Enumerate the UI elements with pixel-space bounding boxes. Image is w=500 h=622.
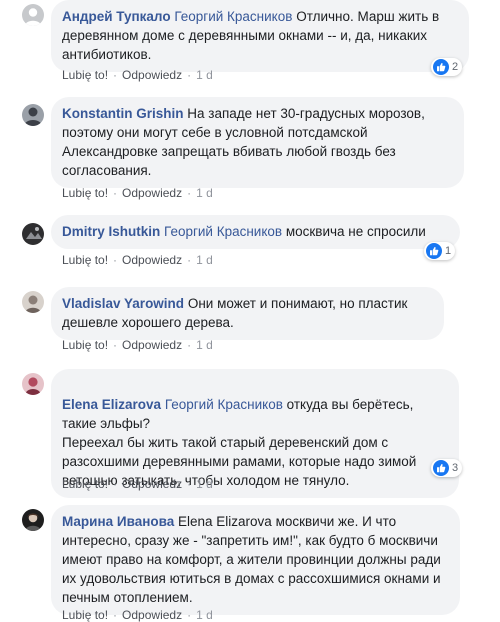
comment-time[interactable]: 1 d xyxy=(196,477,213,491)
comment-time[interactable]: 1 d xyxy=(196,338,213,352)
comment-time[interactable]: 1 d xyxy=(196,186,213,200)
like-link[interactable]: Lubię to! xyxy=(62,477,108,491)
like-link[interactable]: Lubię to! xyxy=(62,68,108,82)
avatar[interactable] xyxy=(22,373,44,395)
reaction-badge[interactable]: 3 xyxy=(431,459,463,477)
comment-text: москвича не спросили xyxy=(285,224,426,239)
comment-author[interactable]: Dmitry Ishutkin xyxy=(62,224,160,239)
reaction-count: 1 xyxy=(445,245,452,257)
avatar[interactable] xyxy=(22,509,44,531)
thumbs-up-icon xyxy=(426,243,442,259)
reaction-count: 3 xyxy=(452,462,459,474)
comment-actions: Lubię to! · Odpowiedz · 1 d xyxy=(62,338,213,352)
comment-time[interactable]: 1 d xyxy=(196,253,213,267)
avatar[interactable] xyxy=(22,223,44,245)
reply-link[interactable]: Odpowiedz xyxy=(122,68,182,82)
reaction-count: 2 xyxy=(452,61,459,73)
like-link[interactable]: Lubię to! xyxy=(62,253,108,267)
mention-link[interactable]: Георгий Красников xyxy=(164,224,282,239)
comment-author[interactable]: Konstantin Grishin xyxy=(62,106,184,121)
like-link[interactable]: Lubię to! xyxy=(62,608,108,622)
avatar[interactable] xyxy=(22,104,44,126)
thumbs-up-icon xyxy=(433,460,449,476)
comment-bubble: Konstantin Grishin На западе нет 30-град… xyxy=(51,97,464,188)
comment-author[interactable]: Vladislav Yarowind xyxy=(62,296,184,311)
comment-actions: Lubię to! · Odpowiedz · 1 d xyxy=(62,608,213,622)
comment-time[interactable]: 1 d xyxy=(196,68,213,82)
comment-actions: Lubię to! · Odpowiedz · 1 d xyxy=(62,68,213,82)
comment-time[interactable]: 1 d xyxy=(196,608,213,622)
comment-bubble: Vladislav Yarowind Они может и понимают,… xyxy=(51,287,444,340)
comment-actions: Lubię to! · Odpowiedz · 1 d xyxy=(62,477,213,491)
thumbs-up-icon xyxy=(433,59,449,75)
comment-author[interactable]: Марина Иванова xyxy=(62,514,174,529)
reply-link[interactable]: Odpowiedz xyxy=(122,186,182,200)
avatar[interactable] xyxy=(22,4,44,26)
comment-bubble: Dmitry Ishutkin Георгий Красников москви… xyxy=(51,215,460,249)
reply-link[interactable]: Odpowiedz xyxy=(122,477,182,491)
comment-author[interactable]: Elena Elizarova xyxy=(62,397,161,412)
mention-link[interactable]: Георгий Красников xyxy=(174,9,292,24)
reply-link[interactable]: Odpowiedz xyxy=(122,338,182,352)
like-link[interactable]: Lubię to! xyxy=(62,338,108,352)
comment-bubble: Андрей Тупкало Георгий Красников Отлично… xyxy=(51,0,469,72)
reply-link[interactable]: Odpowiedz xyxy=(122,253,182,267)
avatar[interactable] xyxy=(22,291,44,313)
reaction-badge[interactable]: 2 xyxy=(431,58,463,76)
like-link[interactable]: Lubię to! xyxy=(62,186,108,200)
comment-author[interactable]: Андрей Тупкало xyxy=(62,9,171,24)
comment-actions: Lubię to! · Odpowiedz · 1 d xyxy=(62,186,213,200)
reply-link[interactable]: Odpowiedz xyxy=(122,608,182,622)
reaction-badge[interactable]: 1 xyxy=(424,242,456,260)
comment-actions: Lubię to! · Odpowiedz · 1 d xyxy=(62,253,213,267)
mention-link[interactable]: Георгий Красников xyxy=(165,397,283,412)
comment-bubble: Марина Иванова Elena Elizarova москвичи … xyxy=(51,505,460,615)
